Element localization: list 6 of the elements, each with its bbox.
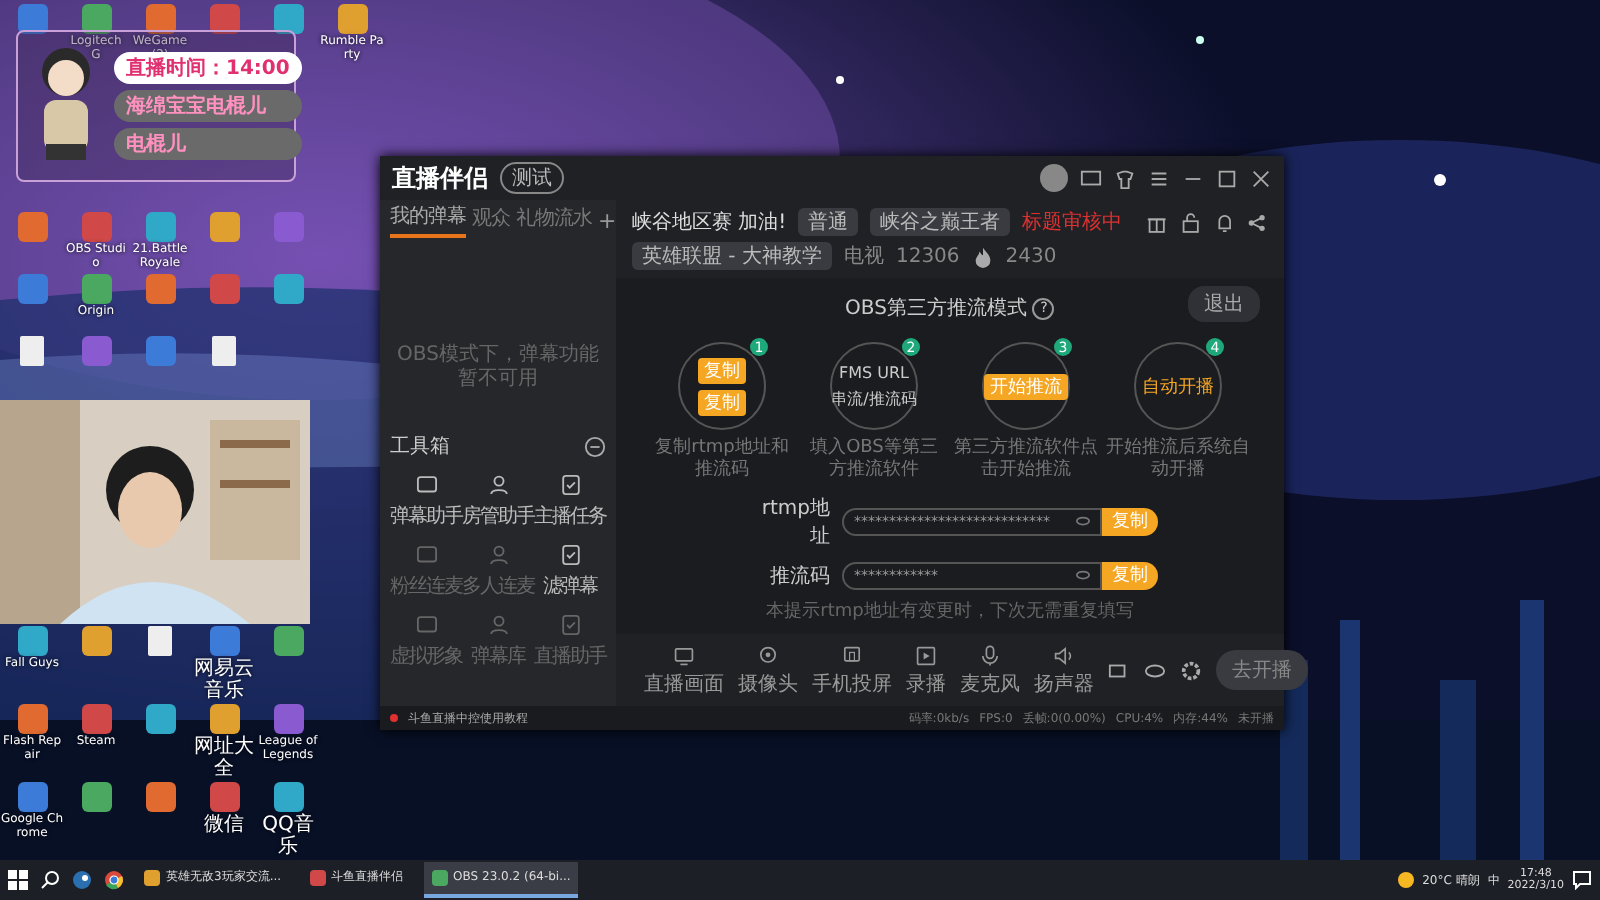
search-icon[interactable] bbox=[40, 870, 60, 890]
steam-icon[interactable] bbox=[72, 870, 92, 890]
chrome-icon[interactable] bbox=[104, 870, 124, 890]
weather-icon bbox=[1398, 872, 1415, 888]
notification-icon[interactable] bbox=[1572, 870, 1592, 890]
start-icon[interactable] bbox=[8, 870, 28, 890]
